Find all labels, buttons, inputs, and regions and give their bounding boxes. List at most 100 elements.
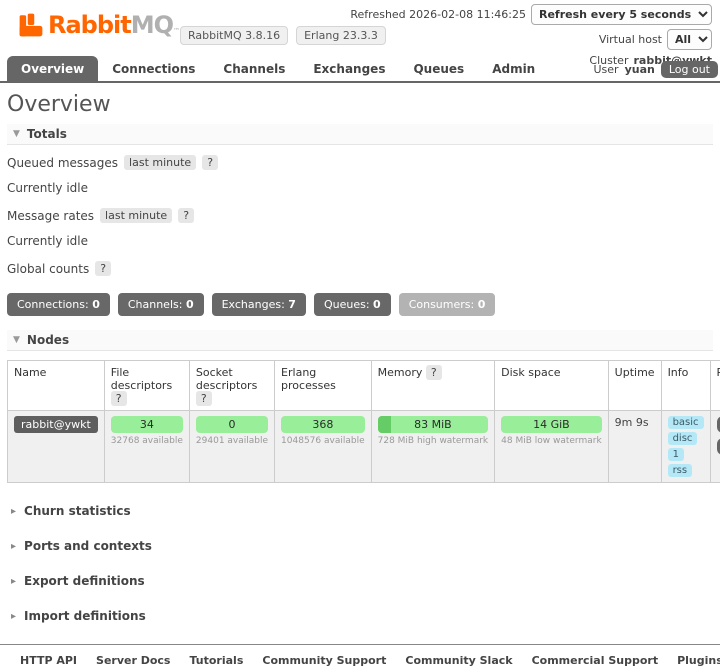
collapse-arrow-icon: ▼ — [13, 129, 20, 139]
tab-bar: Overview Connections Channels Exchanges … — [0, 56, 720, 83]
memory-bar: 83 MiB — [378, 416, 489, 433]
expand-arrow-icon: ▸ — [11, 506, 16, 517]
node-row: rabbit@ywkt 34 32768 available 0 29401 a… — [8, 411, 720, 483]
memory-cell: 83 MiB 728 MiB high watermark — [371, 411, 495, 483]
reset-stats-cell: This node All nodes — [710, 411, 720, 483]
queued-messages-help-icon[interactable]: ? — [202, 155, 218, 170]
reset-all-nodes-button[interactable]: All nodes — [717, 438, 720, 455]
socket-descriptors-cell: 0 29401 available — [189, 411, 274, 483]
section-header-ports-and-contexts[interactable]: ▸ Ports and contexts — [11, 539, 713, 553]
message-rates-window-badge: last minute — [100, 208, 172, 223]
col-header-memory: Memory ? — [371, 361, 495, 411]
uptime-cell: 9m 9s — [608, 411, 661, 483]
connections-counter-badge: Connections: 0 — [7, 293, 110, 316]
node-name-badge: rabbit@ywkt — [14, 416, 98, 433]
section-title-nodes: Nodes — [27, 333, 69, 347]
node-name-cell: rabbit@ywkt — [8, 411, 105, 483]
global-counters: Connections: 0 Channels: 0 Exchanges: 7 … — [7, 293, 713, 316]
col-header-file-descriptors: File descriptors ? — [104, 361, 189, 411]
info-badge-rss: rss — [668, 464, 693, 477]
socket-descriptors-bar: 0 — [196, 416, 268, 433]
socket-descriptors-help-icon[interactable]: ? — [196, 391, 212, 406]
disk-space-cell: 14 GiB 48 MiB low watermark — [495, 411, 609, 483]
reset-this-node-button[interactable]: This node — [717, 416, 720, 433]
message-rates-idle-text: Currently idle — [7, 234, 713, 248]
section-title-totals: Totals — [27, 127, 67, 141]
user-label: User — [593, 63, 618, 76]
rabbitmq-version-badge: RabbitMQ 3.8.16 — [180, 26, 288, 45]
footer-link-server-docs[interactable]: Server Docs — [96, 654, 170, 667]
erlang-processes-bar: 368 — [281, 416, 365, 433]
exchanges-counter-badge: Exchanges: 7 — [212, 293, 306, 316]
erlang-processes-cell: 368 1048576 available — [275, 411, 372, 483]
global-counts-row: Global counts ? — [7, 260, 713, 277]
erlang-processes-detail: 1048576 available — [281, 436, 365, 446]
global-counts-label: Global counts — [7, 262, 89, 276]
tab-overview[interactable]: Overview — [7, 56, 98, 81]
queued-messages-idle-text: Currently idle — [7, 181, 713, 195]
virtual-host-label: Virtual host — [599, 33, 662, 46]
brand-wordmark: RabbitMQ™ — [48, 12, 179, 44]
col-header-name: Name — [8, 361, 105, 411]
footer-link-community-slack[interactable]: Community Slack — [405, 654, 512, 667]
queued-messages-row: Queued messages last minute ? — [7, 154, 713, 171]
expand-arrow-icon: ▸ — [11, 541, 16, 552]
section-header-totals[interactable]: ▼ Totals — [7, 124, 713, 145]
logout-button[interactable]: Log out — [661, 61, 718, 78]
collapse-arrow-icon: ▼ — [13, 335, 20, 345]
queued-messages-window-badge: last minute — [124, 155, 196, 170]
memory-help-icon[interactable]: ? — [426, 365, 442, 380]
footer-link-tutorials[interactable]: Tutorials — [189, 654, 243, 667]
consumers-counter-badge: Consumers: 0 — [399, 293, 496, 316]
header: RabbitMQ™ RabbitMQ 3.8.16 Erlang 23.3.3 … — [0, 0, 720, 56]
col-header-info: Info — [661, 361, 710, 411]
col-header-disk-space: Disk space — [495, 361, 609, 411]
col-header-socket-descriptors: Socket descriptors ? — [189, 361, 274, 411]
queues-counter-badge: Queues: 0 — [314, 293, 391, 316]
tab-queues[interactable]: Queues — [399, 56, 478, 81]
section-header-nodes[interactable]: ▼ Nodes — [7, 330, 713, 351]
message-rates-help-icon[interactable]: ? — [178, 208, 194, 223]
nodes-table-header-row: Name File descriptors ? Socket descripto… — [8, 361, 720, 411]
file-descriptors-help-icon[interactable]: ? — [111, 391, 127, 406]
user-box: User yuan Log out — [593, 61, 720, 81]
section-header-import-definitions[interactable]: ▸ Import definitions — [11, 609, 713, 623]
trademark-symbol: ™ — [173, 27, 179, 35]
footer-link-commercial-support[interactable]: Commercial Support — [532, 654, 659, 667]
virtual-host-select[interactable]: All — [667, 29, 712, 50]
section-header-churn-statistics[interactable]: ▸ Churn statistics — [11, 504, 713, 518]
section-header-export-definitions[interactable]: ▸ Export definitions — [11, 574, 713, 588]
brand-rabbit: Rabbit — [48, 11, 131, 39]
brand-mq: MQ — [131, 11, 173, 39]
refreshed-timestamp: Refreshed 2026-02-08 11:46:25 — [350, 8, 526, 21]
footer: HTTP API Server Docs Tutorials Community… — [0, 644, 720, 667]
user-name: yuan — [625, 63, 655, 76]
expand-arrow-icon: ▸ — [11, 611, 16, 622]
socket-descriptors-detail: 29401 available — [196, 436, 268, 446]
tab-channels[interactable]: Channels — [209, 56, 299, 81]
tab-connections[interactable]: Connections — [98, 56, 209, 81]
refresh-interval-select[interactable]: Refresh every 5 seconds — [531, 4, 712, 25]
footer-link-community-support[interactable]: Community Support — [262, 654, 386, 667]
tab-exchanges[interactable]: Exchanges — [299, 56, 399, 81]
message-rates-row: Message rates last minute ? — [7, 207, 713, 224]
footer-link-plugins[interactable]: Plugins — [677, 654, 720, 667]
global-counts-help-icon[interactable]: ? — [95, 261, 111, 276]
tab-admin[interactable]: Admin — [478, 56, 549, 81]
info-badge-disc: disc — [668, 432, 698, 445]
memory-detail: 728 MiB high watermark — [378, 436, 489, 446]
page-title: Overview — [7, 92, 713, 117]
footer-link-http-api[interactable]: HTTP API — [20, 654, 77, 667]
info-cell: basic disc 1 rss — [661, 411, 710, 483]
disk-space-bar: 14 GiB — [501, 416, 602, 433]
file-descriptors-bar: 34 — [111, 416, 183, 433]
footer-links: HTTP API Server Docs Tutorials Community… — [20, 654, 720, 667]
file-descriptors-cell: 34 32768 available — [104, 411, 189, 483]
rabbitmq-logo-icon — [18, 12, 44, 41]
col-header-erlang-processes: Erlang processes — [275, 361, 372, 411]
file-descriptors-detail: 32768 available — [111, 436, 183, 446]
main-content: Overview ▼ Totals Queued messages last m… — [0, 92, 720, 623]
info-badges: basic disc 1 rss — [668, 416, 704, 477]
rabbitmq-logo: RabbitMQ™ — [18, 12, 179, 44]
channels-counter-badge: Channels: 0 — [118, 293, 204, 316]
